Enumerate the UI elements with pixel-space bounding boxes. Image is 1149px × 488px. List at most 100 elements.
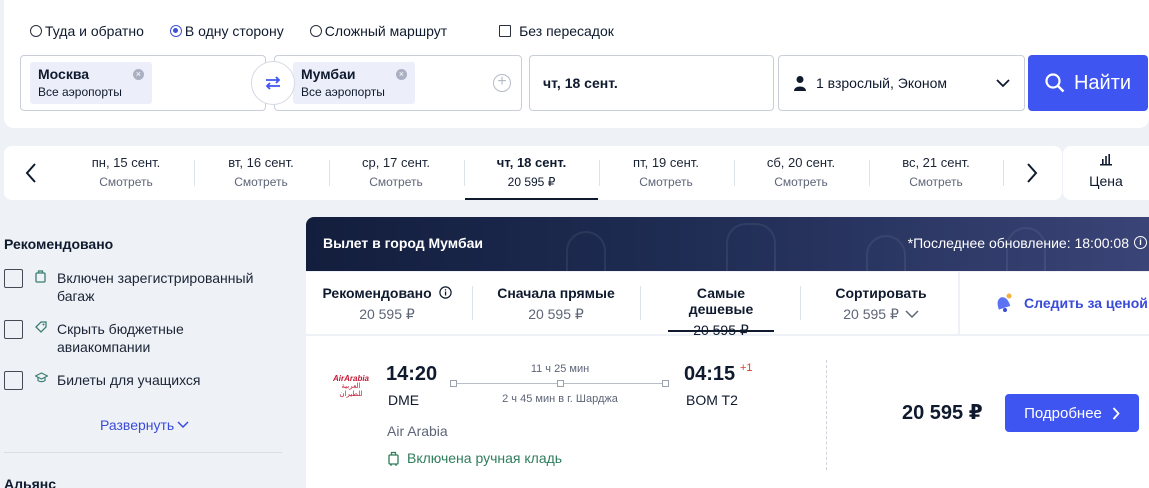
checkbox-icon[interactable] bbox=[4, 371, 23, 390]
results-title: Вылет в город Мумбаи bbox=[323, 235, 483, 251]
sort-direct-first-tab[interactable]: Сначала прямые 20 595 ₽ bbox=[476, 272, 636, 334]
chevron-left-icon bbox=[25, 163, 36, 183]
search-panel: Туда и обратно В одну сторону Сложный ма… bbox=[4, 0, 1149, 128]
date-option-price: 20 595 ₽ bbox=[507, 175, 556, 189]
filter-checked-baggage[interactable]: Включен зарегистрированный багаж bbox=[4, 269, 284, 305]
date-option[interactable]: пн, 15 сент. Смотреть bbox=[61, 146, 191, 200]
clear-destination-icon[interactable]: × bbox=[395, 69, 407, 80]
selected-date: чт, 18 сент. bbox=[543, 75, 618, 91]
sort-bar: Рекомендовано 20 595 ₽ Сначала прямые 20… bbox=[306, 272, 958, 338]
info-icon[interactable]: i bbox=[1134, 236, 1147, 249]
radio-icon bbox=[30, 25, 42, 37]
find-button[interactable]: Найти bbox=[1028, 55, 1148, 111]
radio-icon bbox=[309, 25, 322, 37]
sort-title-text: Рекомендовано bbox=[322, 285, 432, 301]
filter-label: Билеты для учащихся bbox=[57, 372, 201, 388]
date-option-price: Смотреть bbox=[639, 175, 693, 189]
layover-info: 2 ч 45 мин в г. Шарджа bbox=[502, 393, 618, 405]
last-update: *Последнее обновление: 18:00:08 bbox=[907, 235, 1129, 251]
add-destination-icon[interactable]: + bbox=[493, 74, 511, 92]
chevron-down-icon bbox=[996, 79, 1010, 88]
next-dates-button[interactable] bbox=[1019, 160, 1045, 186]
checkbox-icon[interactable] bbox=[4, 269, 23, 288]
destination-airports: Все аэропорты bbox=[301, 85, 385, 99]
nonstop-checkbox[interactable]: Без пересадок bbox=[499, 23, 614, 39]
price-chart-tab[interactable]: Цена bbox=[1063, 146, 1149, 200]
clear-origin-icon[interactable]: × bbox=[132, 69, 144, 80]
date-option-day: пт, 19 сент. bbox=[633, 155, 699, 170]
round-trip-label: Туда и обратно bbox=[45, 23, 144, 39]
arrival-time: 04:15 bbox=[684, 363, 736, 385]
origin-airports: Все аэропорты bbox=[38, 85, 122, 99]
graduation-cap-icon bbox=[34, 372, 49, 386]
chevron-down-icon bbox=[177, 421, 189, 429]
details-button[interactable]: Подробнее bbox=[1005, 394, 1139, 432]
sort-price: 20 595 ₽ bbox=[804, 306, 958, 323]
date-strip: пн, 15 сент. Смотреть вт, 16 сент. Смотр… bbox=[4, 146, 1062, 200]
departure-airport: DME bbox=[388, 392, 420, 408]
sort-dropdown[interactable]: Сортировать 20 595 ₽ bbox=[804, 272, 958, 334]
passengers-summary: 1 взрослый, Эконом bbox=[816, 75, 948, 91]
sort-recommended-tab[interactable]: Рекомендовано 20 595 ₽ bbox=[306, 272, 468, 334]
passengers-field[interactable]: 1 взрослый, Эконом bbox=[778, 55, 1025, 111]
date-option-selected[interactable]: чт, 18 сент. 20 595 ₽ bbox=[465, 146, 598, 200]
swap-cities-button[interactable] bbox=[251, 61, 295, 105]
date-field[interactable]: чт, 18 сент. bbox=[529, 55, 774, 111]
sort-price: 20 595 ₽ bbox=[359, 306, 415, 322]
date-option-day: вт, 16 сент. bbox=[228, 155, 294, 170]
round-trip-radio[interactable]: Туда и обратно bbox=[30, 23, 144, 39]
sort-cheapest-tab[interactable]: Самые дешевые 20 595 ₽ bbox=[668, 272, 774, 338]
luggage-icon bbox=[35, 270, 49, 286]
expand-label: Развернуть bbox=[100, 417, 175, 433]
filter-student-tickets[interactable]: Билеты для учащихся bbox=[4, 371, 284, 390]
date-option-price: Смотреть bbox=[369, 175, 423, 189]
alliance-heading: Альянс bbox=[4, 476, 57, 488]
expand-filters-link[interactable]: Развернуть bbox=[100, 417, 189, 433]
divider bbox=[194, 160, 195, 186]
hand-luggage-icon bbox=[388, 451, 399, 466]
multi-city-radio[interactable]: Сложный маршрут bbox=[309, 23, 448, 39]
destination-field[interactable]: Мумбаи Все аэропорты × + bbox=[274, 55, 522, 111]
filter-hide-lowcost[interactable]: Скрыть бюджетные авиакомпании bbox=[4, 320, 284, 356]
divider bbox=[869, 160, 870, 186]
checkbox-icon[interactable] bbox=[4, 320, 23, 339]
multi-city-label: Сложный маршрут bbox=[324, 23, 448, 39]
filter-label: Включен зарегистрированный багаж bbox=[57, 270, 254, 304]
route-end-dot bbox=[662, 380, 669, 387]
divider bbox=[4, 452, 282, 453]
divider bbox=[329, 160, 330, 186]
date-option[interactable]: ср, 17 сент. Смотреть bbox=[331, 146, 461, 200]
airline-logo-text: AirArabia bbox=[332, 374, 369, 383]
divider bbox=[734, 160, 735, 186]
info-icon[interactable] bbox=[438, 286, 452, 299]
total-duration: 11 ч 25 мин bbox=[530, 363, 590, 375]
divider bbox=[800, 286, 801, 320]
one-way-radio[interactable]: В одну сторону bbox=[169, 23, 284, 39]
chevron-down-icon bbox=[905, 310, 919, 319]
decor-arch bbox=[566, 231, 606, 271]
price-watch-button[interactable]: Следить за ценой bbox=[960, 272, 1149, 334]
prev-dates-button[interactable] bbox=[18, 160, 44, 186]
sort-price-text: 20 595 ₽ bbox=[843, 306, 899, 322]
route-start-dot bbox=[450, 380, 457, 387]
date-option[interactable]: пт, 19 сент. Смотреть bbox=[601, 146, 731, 200]
chevron-right-icon bbox=[1112, 406, 1120, 420]
search-icon bbox=[1045, 73, 1065, 93]
date-option-price: Смотреть bbox=[909, 175, 963, 189]
origin-field[interactable]: Москва Все аэропорты × bbox=[20, 55, 266, 111]
sort-title: Самые дешевые bbox=[688, 285, 754, 317]
airline-name: Air Arabia bbox=[387, 423, 448, 439]
date-option[interactable]: вс, 21 сент. Смотреть bbox=[871, 146, 1001, 200]
tag-icon bbox=[35, 321, 49, 336]
origin-city: Москва bbox=[38, 66, 90, 82]
arrival-airport: BOM T2 bbox=[686, 392, 738, 408]
bar-chart-icon bbox=[1100, 154, 1112, 166]
date-option[interactable]: сб, 20 сент. Смотреть bbox=[736, 146, 866, 200]
divider bbox=[472, 286, 473, 320]
date-option[interactable]: вт, 16 сент. Смотреть bbox=[196, 146, 326, 200]
radio-checked-icon bbox=[169, 25, 182, 37]
ticket-card[interactable]: AirArabia العربية للطيران 14:20 DME 11 ч… bbox=[306, 336, 1149, 488]
results-header: Вылет в город Мумбаи *Последнее обновлен… bbox=[306, 217, 1149, 271]
divider bbox=[599, 160, 600, 186]
one-way-label: В одну сторону bbox=[184, 23, 284, 39]
